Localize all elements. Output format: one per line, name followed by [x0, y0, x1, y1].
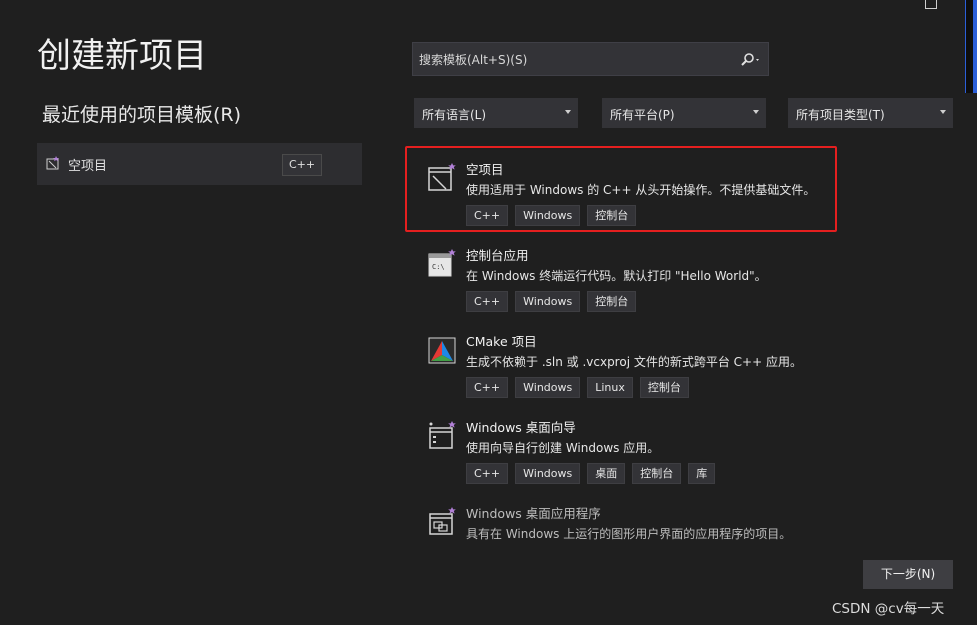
tag-badge: Windows	[515, 463, 581, 484]
selection-highlight	[405, 146, 837, 232]
desktop-wizard-icon	[429, 421, 456, 449]
search-box[interactable]	[412, 42, 769, 77]
tag-badge: 控制台	[632, 463, 682, 484]
cmake-icon	[428, 337, 456, 364]
language-filter-label: 所有语言(L)	[422, 108, 487, 122]
tag-badge: Linux	[587, 377, 633, 398]
platform-filter-dropdown[interactable]: 所有平台(P)	[602, 98, 766, 128]
window-control-icon[interactable]	[925, 0, 937, 9]
empty-project-icon	[46, 156, 59, 170]
project-type-filter-dropdown[interactable]: 所有项目类型(T)	[788, 98, 953, 128]
template-description: 具有在 Windows 上运行的图形用户界面的应用程序的项目。	[466, 527, 792, 541]
project-type-filter-label: 所有项目类型(T)	[796, 108, 885, 122]
tag-badge: C++	[466, 291, 509, 312]
chevron-down-icon	[940, 110, 946, 114]
tag-badge: C++	[466, 377, 509, 398]
template-tags: C++ Windows 控制台	[466, 291, 637, 312]
next-button[interactable]: 下一步(N)	[863, 560, 953, 589]
recent-template-item[interactable]: 空项目 C++	[37, 143, 362, 185]
search-icon[interactable]	[738, 51, 764, 69]
tag-badge: Windows	[515, 291, 581, 312]
tag-badge: 控制台	[639, 377, 689, 398]
language-filter-dropdown[interactable]: 所有语言(L)	[414, 98, 578, 128]
tag-badge: Windows	[515, 377, 581, 398]
template-item-desktop-wizard[interactable]: Windows 桌面向导 使用向导自行创建 Windows 应用。 C++ Wi…	[420, 408, 950, 488]
template-item-cmake[interactable]: CMake 项目 生成不依赖于 .sln 或 .vcxproj 文件的新式跨平台…	[420, 322, 950, 402]
svg-text:C:\: C:\	[432, 263, 445, 271]
page-title: 创建新项目	[37, 36, 207, 76]
template-description: 使用向导自行创建 Windows 应用。	[466, 441, 660, 455]
side-accent-line	[973, 0, 977, 93]
tag-badge: 库	[688, 463, 716, 484]
template-name: CMake 项目	[466, 334, 537, 349]
tag-badge: 桌面	[587, 463, 626, 484]
tag-badge: C++	[466, 463, 509, 484]
platform-filter-label: 所有平台(P)	[610, 108, 675, 122]
recent-templates-heading: 最近使用的项目模板(R)	[42, 104, 242, 126]
template-item-console-app[interactable]: C:\ 控制台应用 在 Windows 终端运行代码。默认打印 "Hello W…	[420, 236, 950, 316]
desktop-app-icon	[429, 507, 456, 535]
template-name: Windows 桌面向导	[466, 420, 576, 435]
template-description: 生成不依赖于 .sln 或 .vcxproj 文件的新式跨平台 C++ 应用。	[466, 355, 802, 369]
template-name: 控制台应用	[466, 248, 529, 263]
chevron-down-icon	[565, 110, 571, 114]
chevron-down-icon	[753, 110, 759, 114]
search-input[interactable]	[413, 43, 741, 77]
template-name: Windows 桌面应用程序	[466, 506, 601, 521]
recent-template-name: 空项目	[68, 159, 108, 174]
console-app-icon: C:\	[428, 249, 456, 277]
watermark-text: CSDN @cv每一天	[832, 601, 945, 617]
tag-badge: 控制台	[587, 291, 637, 312]
template-description: 在 Windows 终端运行代码。默认打印 "Hello World"。	[466, 269, 767, 283]
template-tags: C++ Windows 桌面 控制台 库	[466, 463, 716, 484]
recent-template-tag: C++	[282, 154, 322, 176]
template-tags: C++ Windows Linux 控制台	[466, 377, 689, 398]
